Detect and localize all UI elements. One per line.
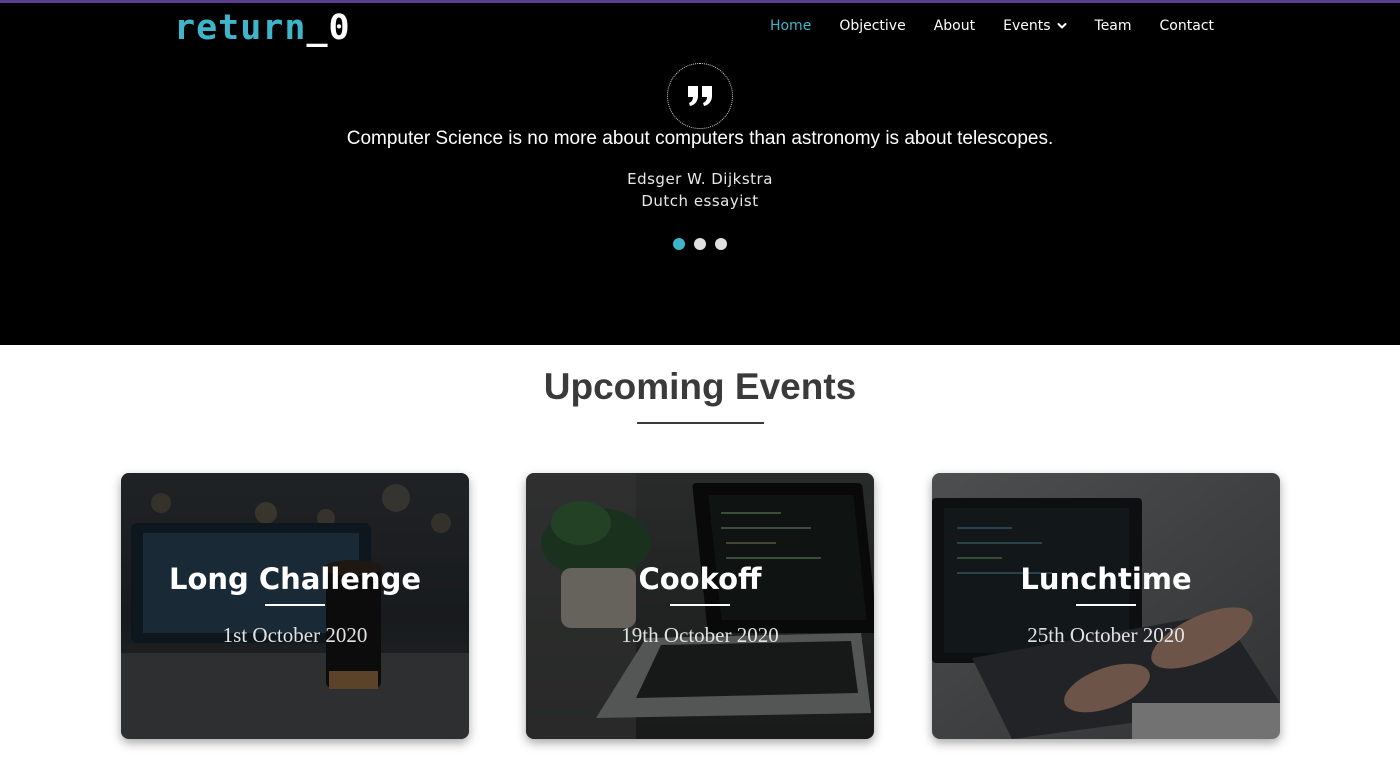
quote-author: Edsger W. Dijkstra (627, 170, 773, 188)
event-title-rule (670, 604, 730, 606)
carousel-dot-2[interactable] (694, 238, 706, 250)
hero-section: return_0 Home Objective About Events Tea… (0, 0, 1400, 345)
event-date: 19th October 2020 (621, 623, 779, 647)
nav-objective-label: Objective (839, 18, 906, 34)
card-overlay (121, 473, 469, 739)
top-accent-bar (0, 0, 1400, 3)
event-card-long-challenge[interactable]: Long Challenge 1st October 2020 (121, 473, 469, 739)
event-title-rule (265, 604, 325, 606)
nav-contact[interactable]: Contact (1160, 18, 1214, 34)
card-overlay (932, 473, 1280, 739)
section-title-underline (637, 422, 764, 424)
event-title: Long Challenge (168, 562, 422, 596)
event-card-cookoff[interactable]: Cookoff 19th October 2020 (526, 473, 874, 739)
quote-author-role: Dutch essayist (641, 192, 759, 210)
event-title: Lunchtime (1020, 562, 1192, 596)
nav-contact-label: Contact (1159, 18, 1214, 34)
quote-icon (688, 86, 712, 106)
logo-text-zero: _0 (306, 8, 351, 48)
nav-events-label: Events (1003, 18, 1051, 34)
carousel-indicators (673, 238, 727, 250)
quote-badge (667, 63, 733, 129)
nav-events[interactable]: Events (1003, 18, 1067, 34)
site-logo[interactable]: return_0 (174, 6, 351, 50)
carousel-dot-1[interactable] (673, 238, 685, 250)
nav-about-label: About (933, 18, 976, 34)
event-title-rule (1076, 604, 1136, 606)
nav-team-label: Team (1094, 18, 1132, 34)
carousel-dot-3[interactable] (715, 238, 727, 250)
chevron-down-icon (1057, 23, 1067, 29)
nav-home-label: Home (769, 18, 812, 34)
logo-text-return: return (174, 8, 307, 48)
main-nav: Home Objective About Events Team Contact (742, 18, 1214, 34)
nav-about[interactable]: About (934, 18, 975, 34)
quote-text: Computer Science is no more about comput… (346, 128, 1054, 149)
event-date: 25th October 2020 (1027, 623, 1185, 647)
nav-objective[interactable]: Objective (839, 18, 905, 34)
event-card-lunchtime[interactable]: Lunchtime 25th October 2020 (932, 473, 1280, 739)
event-date: 1st October 2020 (222, 623, 368, 647)
nav-home[interactable]: Home (770, 18, 811, 34)
nav-team[interactable]: Team (1095, 18, 1132, 34)
section-title: Upcoming Events (543, 366, 857, 407)
card-overlay (526, 473, 874, 739)
event-title: Cookoff (638, 562, 762, 596)
